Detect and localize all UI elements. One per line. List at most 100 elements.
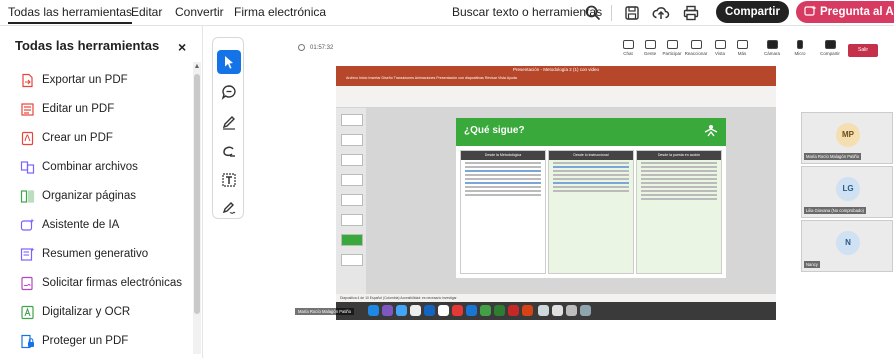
smile-icon — [690, 40, 702, 49]
tool-generative-summary[interactable]: Resumen generativo — [0, 241, 192, 270]
more-label: Más — [737, 51, 747, 56]
dock-app-icon — [522, 305, 533, 316]
raise-hand-label: Participar — [662, 51, 682, 56]
tab-edit[interactable]: Editar — [131, 5, 162, 19]
slide-thumbnail — [341, 234, 363, 246]
people-icon — [644, 40, 656, 49]
ai-sparkle-icon — [804, 5, 817, 16]
more-dots-icon — [736, 40, 748, 49]
chat-label: Chat — [623, 51, 633, 56]
tool-label: Editar un PDF — [42, 103, 115, 115]
quick-tools-toolbar — [212, 37, 244, 219]
shared-screen: Presentación - Metodología 2 (1) con vid… — [336, 66, 776, 320]
dock-app-icon — [382, 305, 393, 316]
export-pdf-icon — [22, 73, 33, 88]
draw-tool[interactable] — [217, 140, 241, 164]
tool-combine-files[interactable]: Combinar archivos — [0, 154, 192, 183]
add-text-tool[interactable] — [217, 168, 241, 192]
scroll-up-icon[interactable]: ▲ — [193, 63, 201, 70]
slide-thumbnail — [341, 214, 363, 226]
cloud-upload-icon[interactable] — [652, 4, 670, 22]
toolbar-divider — [611, 5, 612, 21]
tool-label: Crear un PDF — [42, 132, 113, 144]
scan-ocr-icon — [21, 305, 34, 320]
dock-app-icon — [508, 305, 519, 316]
tab-convert[interactable]: Convertir — [175, 5, 224, 19]
meeting-more-button[interactable]: Más — [728, 40, 756, 56]
tool-label: Digitalizar y OCR — [42, 306, 131, 318]
slide-title: ¿Qué sigue? — [464, 125, 525, 136]
add-comment-tool[interactable] — [217, 80, 241, 104]
dock-app-icon — [538, 305, 549, 316]
powerpoint-menu: Archivo Inicio Insertar Diseño Transicio… — [346, 76, 517, 80]
tool-organize-pages[interactable]: Organizar páginas — [0, 183, 192, 212]
slide-column: Desde lo instruccional — [548, 150, 634, 274]
participant-name: Nancy — [804, 261, 820, 268]
leave-meeting-button[interactable]: Salir — [848, 44, 878, 57]
participant-tile[interactable]: N Nancy — [801, 220, 893, 272]
dock-app-icon — [452, 305, 463, 316]
panel-scrollbar[interactable]: ▲ — [193, 62, 201, 354]
share-button[interactable]: Compartir — [716, 1, 789, 23]
column-header: Desde lo instruccional — [549, 151, 633, 160]
tab-all-tools[interactable]: Todas las herramientas — [8, 5, 133, 24]
tab-e-signature[interactable]: Firma electrónica — [234, 5, 326, 19]
tool-label: Exportar un PDF — [42, 74, 128, 86]
scrollbar-thumb[interactable] — [194, 74, 200, 314]
participant-tile[interactable]: MP María Rocío Malagón Patiño — [801, 112, 893, 164]
organize-pages-icon — [20, 190, 35, 203]
slide-thumbnail — [341, 154, 363, 166]
save-icon[interactable] — [623, 4, 641, 22]
sign-tool[interactable] — [217, 196, 241, 220]
print-icon[interactable] — [682, 4, 700, 22]
meeting-camera-button[interactable]: Cámara — [758, 40, 786, 56]
current-slide: ¿Qué sigue? Desde la Metodológica Desde … — [456, 118, 726, 278]
ai-assistant-icon — [20, 218, 35, 231]
dock-app-icon — [368, 305, 379, 316]
tool-ai-assistant[interactable]: Asistente de IA — [0, 212, 192, 241]
select-tool[interactable] — [217, 50, 241, 74]
fill-sign-icon — [222, 202, 236, 214]
ask-assistant-button[interactable]: Pregunta al As — [796, 1, 894, 23]
powerpoint-statusbar: Diapositiva 4 de 10 Español (Colombia) A… — [336, 294, 776, 302]
slide-column: Desde la Metodológica — [460, 150, 546, 274]
view-label: Vista — [715, 51, 725, 56]
sena-logo-icon — [704, 125, 718, 137]
search-icon[interactable] — [584, 4, 602, 22]
dock-app-icon — [396, 305, 407, 316]
tool-label: Proteger un PDF — [42, 335, 129, 347]
dock-app-icon — [494, 305, 505, 316]
meeting-timer: 01:57:32 — [310, 45, 334, 51]
combine-files-icon — [20, 161, 35, 174]
tool-create-pdf[interactable]: Crear un PDF — [0, 125, 192, 154]
meeting-mic-button[interactable]: Micro — [786, 40, 814, 56]
ask-assistant-label: Pregunta al As — [820, 6, 894, 18]
column-header: Desde la puesta en acción — [637, 151, 721, 160]
tool-request-esignatures[interactable]: Solicitar firmas electrónicas — [0, 270, 192, 299]
meeting-share-button[interactable]: Compartir — [816, 40, 844, 56]
top-menu-bar: Todas las herramientas Editar Convertir … — [0, 0, 894, 26]
people-label: Gente — [643, 51, 657, 56]
all-tools-panel: Todas las herramientas × Exportar un PDF… — [0, 26, 203, 358]
freehand-draw-icon — [223, 146, 235, 157]
avatar: N — [836, 231, 860, 255]
column-header: Desde la Metodológica — [461, 151, 545, 160]
dock-app-icon — [480, 305, 491, 316]
tool-edit-pdf[interactable]: Editar un PDF — [0, 96, 192, 125]
highlight-tool[interactable] — [217, 110, 241, 134]
tool-export-pdf[interactable]: Exportar un PDF — [0, 67, 192, 96]
trash-icon — [580, 305, 591, 316]
participant-name: Lilia Giovana (No comprobado) — [804, 207, 866, 214]
mac-dock — [366, 304, 746, 318]
close-panel-icon[interactable]: × — [178, 39, 186, 55]
tool-protect-pdf[interactable]: Proteger un PDF — [0, 328, 192, 357]
comment-icon — [221, 85, 236, 100]
tool-scan-ocr[interactable]: Digitalizar y OCR — [0, 299, 192, 328]
participant-tile[interactable]: LG Lilia Giovana (No comprobado) — [801, 166, 893, 218]
generative-summary-icon — [20, 247, 35, 261]
presentation-window-title: Presentación - Metodología 2 (1) con vid… — [512, 67, 600, 72]
dock-app-icon — [410, 305, 421, 316]
slide-thumbnails — [336, 108, 366, 294]
search-tools-label[interactable]: Buscar texto o herramientas — [452, 5, 602, 19]
chat-icon — [622, 40, 634, 49]
